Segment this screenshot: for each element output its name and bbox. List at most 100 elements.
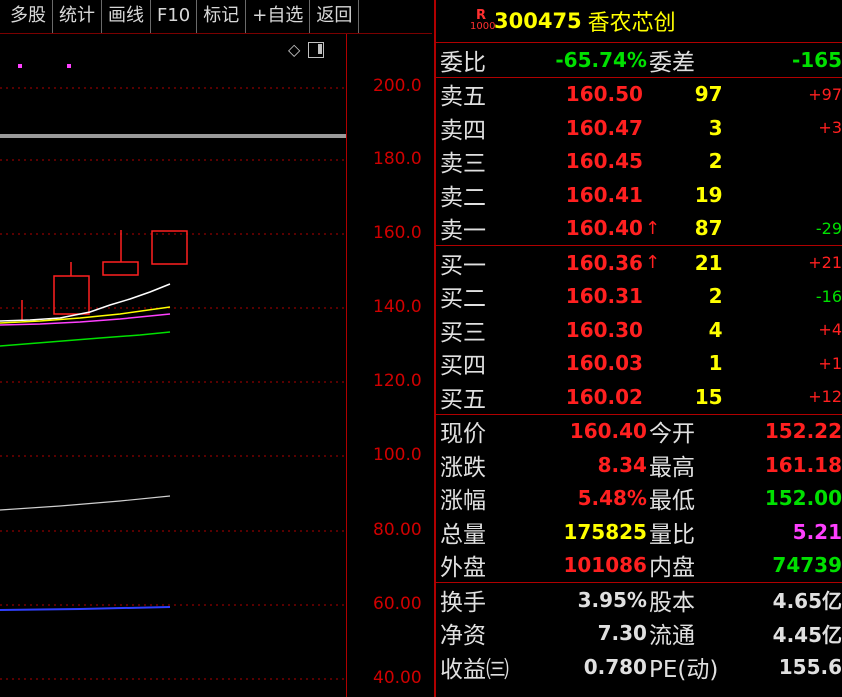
r-badge: R 1000 [470, 9, 496, 32]
ask-price: 160.45 [565, 149, 643, 174]
diamond-icon[interactable]: ◇ [288, 40, 300, 59]
stock-title-bar: R 1000 300475 香农芯创 [436, 0, 842, 43]
ask-row[interactable]: 卖五 160.50 97 +97 [436, 78, 842, 112]
quote-row: 外盘 101086 内盘 74739 [436, 549, 842, 583]
ask-row[interactable]: 卖一 160.40 ↑ 87 -29 [436, 212, 842, 246]
y-tick: 180.0 [373, 149, 422, 169]
y-tick: 100.0 [373, 445, 422, 465]
up-arrow-icon: ↑ [644, 252, 661, 274]
f10-button[interactable]: F10 [151, 0, 198, 33]
ask-row[interactable]: 卖三 160.45 2 [436, 145, 842, 179]
ask-label: 卖四 [440, 117, 486, 144]
bid-book: 买一 160.36 ↑ 21 +21 买二 160.31 2 -16 买三 16… [436, 246, 842, 415]
bid-price: 160.02 [565, 384, 643, 409]
open-label: 今开 [648, 421, 695, 448]
ratio-diff-label: 委差 [648, 49, 695, 76]
open-value: 152.22 [764, 419, 842, 444]
candle [151, 230, 188, 265]
quote-row: 涨跌 8.34 最高 161.18 [436, 448, 842, 482]
ask-change: +3 [818, 118, 842, 138]
bid-change: +1 [818, 353, 842, 373]
turnover-value: 3.95% [577, 587, 647, 612]
net-assets-label: 净资 [440, 623, 486, 650]
share-capital-label: 股本 [648, 589, 695, 616]
ask-volume: 97 [694, 82, 723, 107]
fundamental-row: 净资 7.30 流通 4.45亿 [436, 617, 842, 651]
toolbar: 多股 统计 画线 F10 标记 +自选 返回 [0, 0, 432, 34]
multi-stock-button[interactable]: 多股 [0, 0, 53, 33]
bid-row[interactable]: 买一 160.36 ↑ 21 +21 [436, 246, 842, 280]
candle [102, 261, 139, 276]
bid-price: 160.30 [565, 317, 643, 342]
stock-code: 300475 [494, 9, 582, 33]
eps-label: 收益㈢ [440, 656, 509, 683]
y-tick: 120.0 [373, 371, 422, 391]
outer-volume-value: 101086 [563, 553, 647, 578]
ask-price: 160.40 [565, 216, 643, 241]
bid-price: 160.31 [565, 284, 643, 309]
y-tick: 200.0 [373, 76, 422, 96]
high-value: 161.18 [764, 452, 842, 477]
bid-volume: 1 [708, 351, 723, 376]
inner-volume-value: 74739 [772, 553, 842, 578]
fundamentals: 换手 3.95% 股本 4.65亿 净资 7.30 流通 4.45亿 收益㈢ 0… [436, 583, 842, 684]
ask-volume: 19 [694, 182, 723, 207]
kline-chart[interactable]: ◇ [0, 34, 346, 697]
float-shares-value: 4.45亿 [772, 622, 842, 647]
quote-panel: R 1000 300475 香农芯创 委比 -65.74% 委差 -165 卖五… [434, 0, 842, 697]
draw-line-button[interactable]: 画线 [102, 0, 151, 33]
y-tick: 140.0 [373, 297, 422, 317]
change-pct-value: 5.48% [577, 486, 647, 511]
bid-row[interactable]: 买三 160.30 4 +4 [436, 313, 842, 347]
bid-volume: 15 [694, 384, 723, 409]
y-tick: 160.0 [373, 223, 422, 243]
bid-change: +12 [808, 387, 842, 407]
inner-volume-label: 内盘 [648, 555, 695, 582]
commission-ratio-row: 委比 -65.74% 委差 -165 [436, 43, 842, 78]
ma-gray-line [0, 495, 171, 511]
ask-label: 卖三 [440, 151, 486, 178]
bid-row[interactable]: 买二 160.31 2 -16 [436, 280, 842, 314]
bid-label: 买四 [440, 353, 486, 380]
stock-name: 香农芯创 [587, 11, 676, 36]
ask-row[interactable]: 卖四 160.47 3 +3 [436, 111, 842, 145]
bid-change: +21 [808, 253, 842, 273]
y-tick: 80.00 [373, 520, 422, 540]
ask-label: 卖二 [440, 184, 486, 211]
bid-price: 160.36 [565, 250, 643, 275]
kline-canvas [0, 64, 346, 680]
total-volume-value: 175825 [563, 519, 647, 544]
bid-label: 买五 [440, 386, 486, 413]
bid-change: -16 [815, 286, 842, 306]
quote-row: 涨幅 5.48% 最低 152.00 [436, 482, 842, 516]
add-watchlist-button[interactable]: +自选 [246, 0, 311, 33]
ask-change: +97 [808, 84, 842, 104]
badge-number: 1000 [470, 21, 496, 32]
current-price-label: 现价 [440, 421, 486, 448]
statistics-button[interactable]: 统计 [53, 0, 102, 33]
net-assets-value: 7.30 [597, 621, 647, 646]
mark-button[interactable]: 标记 [197, 0, 247, 33]
low-value: 152.00 [764, 486, 842, 511]
ma-green-line [0, 331, 171, 347]
volume-ratio-label: 量比 [648, 521, 695, 548]
pe-label: PE(动) [648, 656, 719, 683]
bid-row[interactable]: 买五 160.02 15 +12 [436, 380, 842, 414]
float-shares-label: 流通 [648, 623, 695, 650]
ratio-label: 委比 [440, 49, 486, 76]
high-label: 最高 [648, 454, 695, 481]
ask-row[interactable]: 卖二 160.41 19 [436, 178, 842, 212]
marker-dot [67, 64, 71, 68]
ask-volume: 2 [708, 149, 723, 174]
fundamental-row: 收益㈢ 0.780 PE(动) 155.6 [436, 650, 842, 684]
candle [53, 275, 90, 315]
ratio-value: -65.74% [555, 47, 647, 72]
current-price-value: 160.40 [569, 419, 647, 444]
ask-book: 卖五 160.50 97 +97 卖四 160.47 3 +3 卖三 160.4… [436, 78, 842, 246]
bid-label: 买一 [440, 252, 486, 279]
quote-row: 总量 175825 量比 5.21 [436, 515, 842, 549]
bid-row[interactable]: 买四 160.03 1 +1 [436, 347, 842, 381]
back-button[interactable]: 返回 [310, 0, 360, 33]
quote-row: 现价 160.40 今开 152.22 [436, 415, 842, 449]
window-toggle-icon[interactable] [308, 42, 325, 58]
